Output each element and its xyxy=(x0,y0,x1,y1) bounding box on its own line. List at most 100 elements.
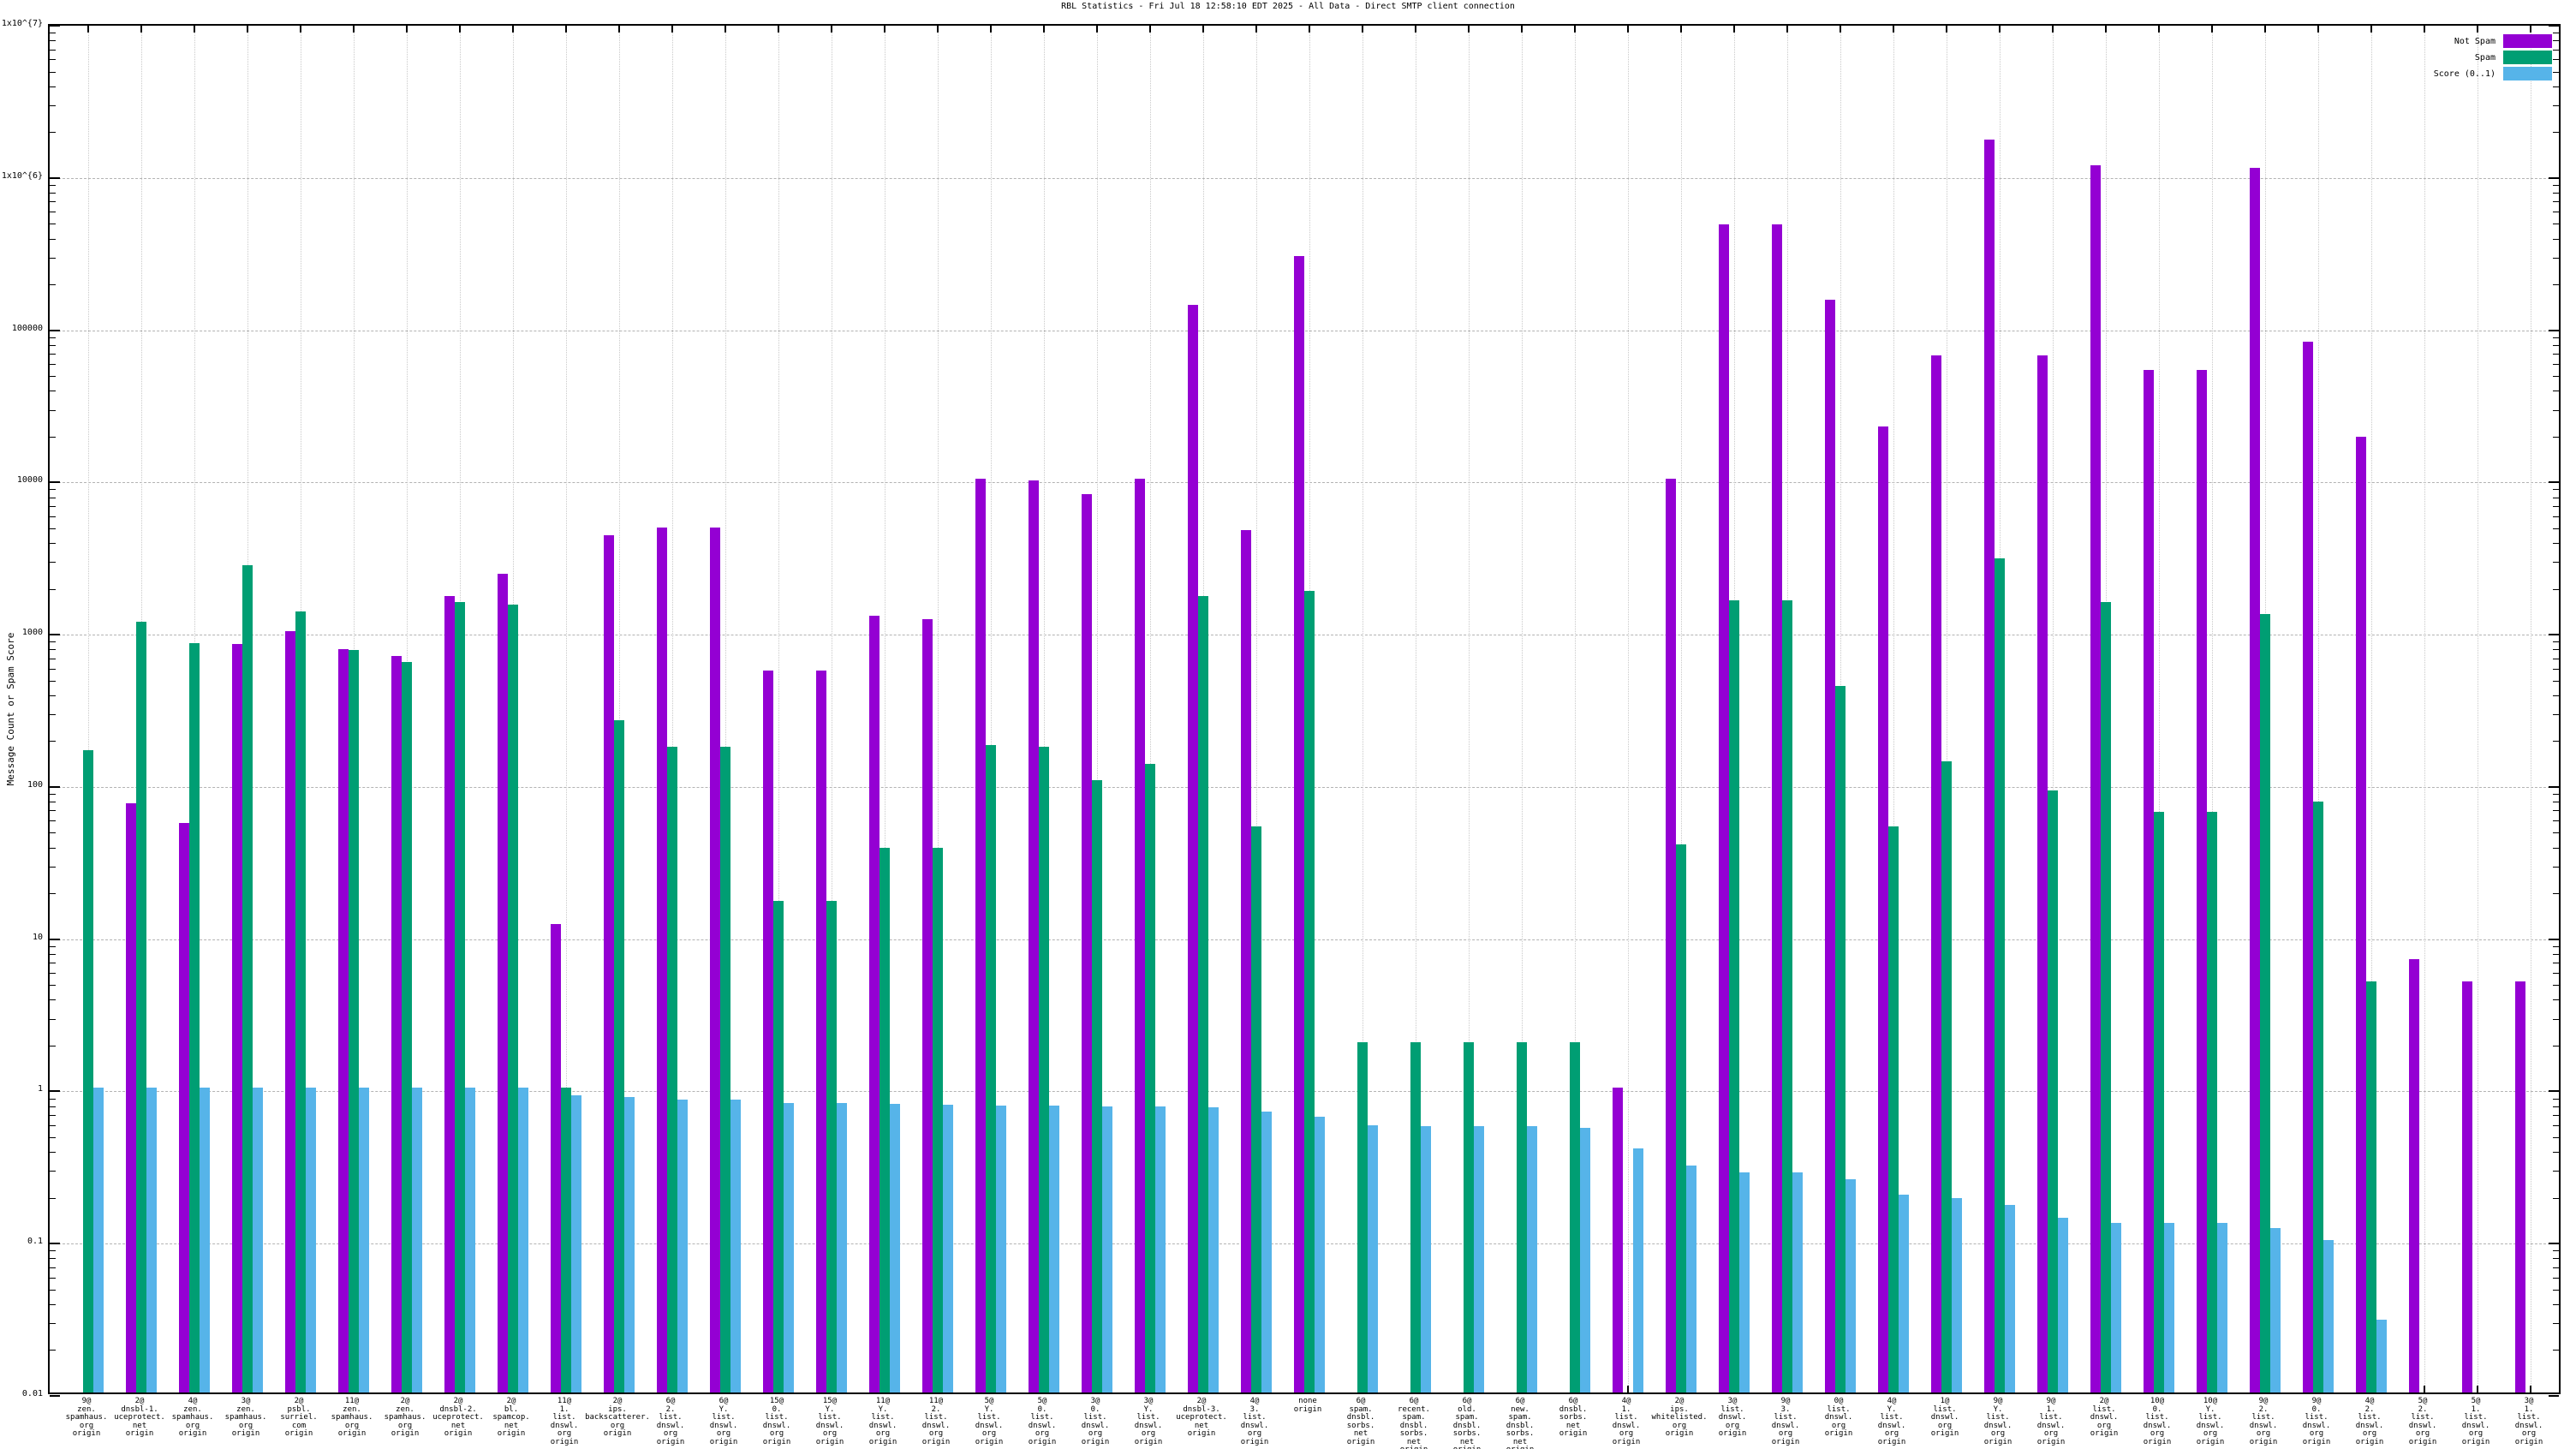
bar-score-0-1- xyxy=(2005,1205,2015,1392)
y-minor-tick xyxy=(50,999,56,1000)
x-category-tick xyxy=(2424,1386,2425,1392)
bar-not-spam xyxy=(1082,494,1092,1392)
bar-spam xyxy=(720,747,730,1392)
bar-not-spam xyxy=(1931,355,1941,1392)
plot-area xyxy=(48,24,2561,1394)
y-minor-tick xyxy=(50,562,56,563)
bar-not-spam xyxy=(2409,959,2419,1392)
bar-spam xyxy=(2313,802,2323,1392)
y-minor-tick xyxy=(50,649,56,650)
y-minor-tick xyxy=(50,72,56,73)
bar-score-0-1- xyxy=(2376,1320,2387,1392)
x-category-tick xyxy=(1096,26,1098,33)
y-minor-tick xyxy=(50,345,56,346)
bar-not-spam xyxy=(1772,224,1782,1392)
y-minor-tick xyxy=(2553,1019,2559,1020)
y-minor-tick xyxy=(2553,1304,2559,1305)
bar-not-spam xyxy=(869,616,880,1392)
y-tick-label: 1x10^{7} xyxy=(0,19,43,28)
y-minor-tick xyxy=(2553,1267,2559,1268)
y-minor-tick xyxy=(2553,72,2559,73)
y-minor-tick xyxy=(2553,985,2559,986)
x-category-tick xyxy=(831,26,832,33)
bar-not-spam xyxy=(710,528,720,1392)
y-minor-tick xyxy=(2553,105,2559,106)
y-minor-tick xyxy=(50,410,56,411)
y-minor-tick xyxy=(50,681,56,682)
bar-not-spam xyxy=(391,656,402,1392)
y-minor-tick xyxy=(2553,999,2559,1000)
bar-score-0-1- xyxy=(412,1088,422,1392)
y-minor-tick xyxy=(2553,562,2559,563)
x-category-tick xyxy=(2370,26,2372,33)
bar-not-spam xyxy=(551,924,561,1392)
y-minor-tick xyxy=(2553,1278,2559,1279)
y-minor-tick xyxy=(2553,649,2559,650)
bar-spam xyxy=(1517,1042,1527,1392)
y-tick-label: 1x10^{6} xyxy=(0,171,43,181)
x-category-tick xyxy=(300,26,301,33)
y-major-tick xyxy=(2549,786,2559,788)
legend-swatch-spam xyxy=(2503,51,2552,64)
y-minor-tick xyxy=(50,848,56,849)
bar-score-0-1- xyxy=(2323,1240,2334,1392)
y-minor-tick xyxy=(50,364,56,365)
x-category-tick xyxy=(1521,26,1523,33)
legend-swatch-score xyxy=(2503,67,2552,80)
x-category-tick xyxy=(2211,26,2213,33)
y-major-tick xyxy=(2549,177,2559,179)
x-category-tick xyxy=(2530,1386,2531,1392)
bar-score-0-1- xyxy=(2058,1218,2068,1392)
bar-score-0-1- xyxy=(253,1088,263,1392)
x-tick-label: 3@ 1. list. dnswl. org origin xyxy=(2482,1398,2576,1446)
y-minor-tick xyxy=(2553,185,2559,186)
x-category-tick xyxy=(2264,26,2266,33)
y-minor-tick xyxy=(50,354,56,355)
bar-not-spam xyxy=(2356,437,2366,1392)
bar-spam xyxy=(349,650,359,1392)
bar-score-0-1- xyxy=(1527,1126,1537,1392)
y-minor-tick xyxy=(2553,239,2559,240)
bar-spam xyxy=(1251,826,1261,1392)
y-minor-tick xyxy=(2553,946,2559,947)
y-major-tick xyxy=(50,25,60,27)
y-minor-tick xyxy=(50,741,56,742)
bar-score-0-1- xyxy=(1633,1148,1643,1392)
bar-spam xyxy=(1941,761,1952,1392)
y-minor-tick xyxy=(2553,589,2559,590)
y-major-tick xyxy=(2549,481,2559,483)
y-minor-tick xyxy=(2553,201,2559,202)
bar-not-spam xyxy=(1294,256,1304,1392)
y-minor-tick xyxy=(2553,1115,2559,1116)
x-category-tick xyxy=(671,26,673,33)
y-minor-tick xyxy=(50,1258,56,1259)
bar-score-0-1- xyxy=(784,1103,794,1392)
x-category-tick xyxy=(353,26,355,33)
y-minor-tick xyxy=(50,50,56,51)
x-category-tick xyxy=(1255,26,1257,33)
y-minor-tick xyxy=(50,810,56,811)
y-tick-label: 100 xyxy=(0,780,43,790)
bar-spam xyxy=(2366,981,2376,1392)
y-minor-tick xyxy=(2553,741,2559,742)
y-tick-label: 0.01 xyxy=(0,1389,43,1398)
x-category-tick xyxy=(1893,26,1894,33)
x-category-tick xyxy=(459,26,461,33)
y-minor-tick xyxy=(50,669,56,670)
y-minor-tick xyxy=(50,201,56,202)
y-major-tick xyxy=(2549,1395,2559,1397)
y-major-tick xyxy=(2549,330,2559,331)
x-category-tick xyxy=(1786,26,1788,33)
y-minor-tick xyxy=(2553,437,2559,438)
y-minor-tick xyxy=(2553,489,2559,490)
bar-spam xyxy=(83,750,93,1392)
bar-score-0-1- xyxy=(1474,1126,1484,1392)
bar-score-0-1- xyxy=(1208,1107,1219,1392)
bar-not-spam xyxy=(1241,530,1251,1392)
y-tick-label: 10000 xyxy=(0,475,43,485)
bar-not-spam xyxy=(1984,140,1995,1392)
y-minor-tick xyxy=(2553,364,2559,365)
bar-spam xyxy=(1198,596,1208,1392)
y-minor-tick xyxy=(2553,1198,2559,1199)
y-minor-tick xyxy=(50,820,56,821)
